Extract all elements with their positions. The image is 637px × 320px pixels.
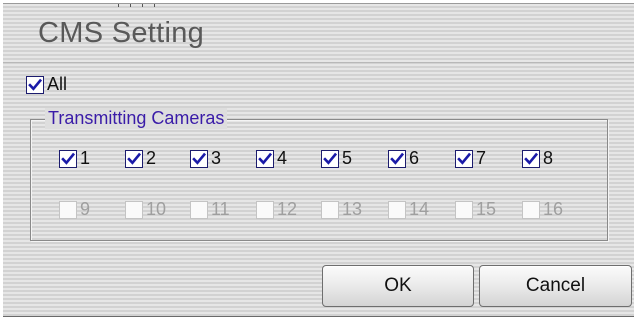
- camera-15-checkbox: [455, 201, 473, 219]
- checkmark-icon: [28, 78, 42, 91]
- camera-13-label: 13: [342, 199, 363, 219]
- camera-16-checkbox: [522, 201, 540, 219]
- title-divider: [3, 62, 634, 63]
- camera-15-label: 15: [476, 199, 497, 219]
- all-checkbox-label: All: [47, 74, 68, 94]
- camera-11-label: 11: [211, 199, 230, 219]
- ok-button[interactable]: OK: [322, 265, 474, 307]
- group-legend: Transmitting Cameras: [45, 108, 228, 129]
- camera-10-label: 10: [146, 199, 167, 219]
- checkmark-icon: [127, 152, 141, 165]
- checkmark-icon: [524, 152, 538, 165]
- dialog-title: CMS Setting: [38, 17, 205, 49]
- camera-3-checkbox[interactable]: [190, 150, 208, 168]
- cancel-button[interactable]: Cancel: [479, 265, 632, 307]
- camera-13-checkbox: [321, 201, 339, 219]
- camera-2-label: 2: [146, 148, 157, 168]
- camera-11-checkbox: [190, 201, 208, 219]
- camera-16-label: 16: [543, 199, 564, 219]
- camera-10-checkbox: [125, 201, 143, 219]
- checkmark-icon: [192, 152, 206, 165]
- camera-1-checkbox[interactable]: [59, 150, 77, 168]
- camera-5-checkbox[interactable]: [321, 150, 339, 168]
- camera-9-checkbox: [59, 201, 77, 219]
- camera-1-label: 1: [80, 148, 91, 168]
- camera-14-label: 14: [409, 199, 430, 219]
- camera-12-label: 12: [277, 199, 298, 219]
- camera-6-checkbox[interactable]: [388, 150, 406, 168]
- cms-setting-dialog: CMS Setting All Transmitting Cameras 123…: [3, 3, 634, 317]
- checkmark-icon: [61, 152, 75, 165]
- camera-8-label: 8: [543, 148, 554, 168]
- camera-4-checkbox[interactable]: [256, 150, 274, 168]
- all-checkbox[interactable]: [26, 76, 44, 94]
- title-bar-dots: [118, 4, 158, 7]
- camera-4-label: 4: [277, 148, 288, 168]
- checkmark-icon: [323, 152, 337, 165]
- camera-5-label: 5: [342, 148, 353, 168]
- camera-3-label: 3: [211, 148, 222, 168]
- camera-14-checkbox: [388, 201, 406, 219]
- transmitting-cameras-group: [30, 119, 608, 241]
- camera-9-label: 9: [80, 199, 91, 219]
- camera-12-checkbox: [256, 201, 274, 219]
- camera-7-checkbox[interactable]: [455, 150, 473, 168]
- camera-2-checkbox[interactable]: [125, 150, 143, 168]
- camera-8-checkbox[interactable]: [522, 150, 540, 168]
- camera-6-label: 6: [409, 148, 420, 168]
- checkmark-icon: [390, 152, 404, 165]
- checkmark-icon: [258, 152, 272, 165]
- checkmark-icon: [457, 152, 471, 165]
- camera-7-label: 7: [476, 148, 487, 168]
